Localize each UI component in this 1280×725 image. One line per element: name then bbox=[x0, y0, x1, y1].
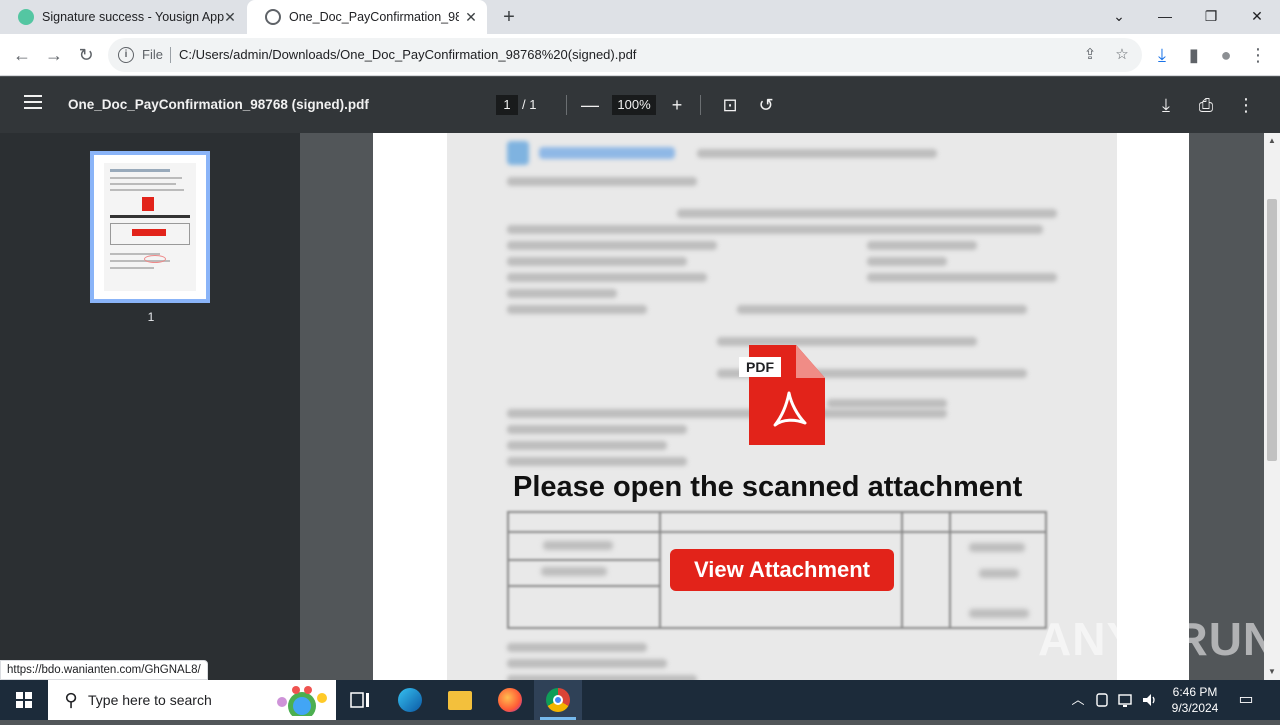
windows-logo-icon bbox=[16, 692, 32, 708]
scroll-up-arrow-icon[interactable]: ▲ bbox=[1264, 133, 1280, 149]
pdf-title: One_Doc_PayConfirmation_98768 (signed).p… bbox=[68, 97, 369, 112]
thumbnail-page-number: 1 bbox=[147, 310, 155, 324]
yousign-favicon-icon bbox=[18, 9, 34, 25]
url-text[interactable]: C:/Users/admin/Downloads/One_Doc_PayConf… bbox=[179, 47, 636, 62]
downloads-icon[interactable]: ⤓ bbox=[1150, 43, 1174, 67]
forward-button[interactable]: → bbox=[42, 43, 66, 67]
tab-close-icon[interactable]: ✕ bbox=[463, 9, 479, 25]
window-close-button[interactable]: ✕ bbox=[1242, 4, 1272, 28]
reload-button[interactable]: ↻ bbox=[74, 43, 98, 67]
pdf-page: PDF Please open the scanned attachment V… bbox=[373, 133, 1189, 680]
firefox-icon bbox=[498, 688, 522, 712]
tab-pdf-active[interactable]: One_Doc_PayConfirmation_98768 ✕ bbox=[247, 0, 487, 34]
taskbar-edge[interactable] bbox=[386, 680, 434, 720]
tab-title: Signature success - Yousign App bbox=[42, 10, 225, 24]
pdf-badge-label: PDF bbox=[739, 357, 781, 377]
system-clock[interactable]: 6:46 PM 9/3/2024 bbox=[1166, 684, 1224, 716]
bookmark-star-icon[interactable]: ☆ bbox=[1112, 45, 1132, 65]
anyrun-watermark: ANY▷RUN bbox=[1038, 613, 1278, 665]
tab-search-chevron-icon[interactable]: ⌄ bbox=[1104, 4, 1134, 28]
zoom-out-icon[interactable]: — bbox=[578, 93, 602, 117]
scroll-down-arrow-icon[interactable]: ▼ bbox=[1264, 664, 1280, 680]
notifications-icon[interactable]: ▭ bbox=[1234, 688, 1258, 712]
scrollbar-thumb[interactable] bbox=[1267, 199, 1277, 461]
page-total: / 1 bbox=[522, 97, 537, 112]
site-info-icon[interactable]: i bbox=[118, 47, 134, 63]
browser-toolbar: ← → ↻ i File C:/Users/admin/Downloads/On… bbox=[0, 34, 1280, 76]
pdf-download-icon[interactable]: ⤓ bbox=[1154, 93, 1178, 117]
task-view-icon bbox=[350, 692, 369, 708]
tab-close-icon[interactable]: ✕ bbox=[222, 9, 238, 25]
taskbar-file-explorer[interactable] bbox=[436, 680, 484, 720]
pdf-more-icon[interactable]: ⋮ bbox=[1234, 93, 1258, 117]
view-attachment-button[interactable]: View Attachment bbox=[670, 549, 894, 591]
toolbar-divider bbox=[566, 95, 567, 115]
clock-date: 9/3/2024 bbox=[1171, 701, 1219, 715]
sidebar-menu-icon[interactable] bbox=[24, 95, 42, 109]
globe-favicon-icon bbox=[265, 9, 281, 25]
fit-page-icon[interactable]: ⊡ bbox=[718, 93, 742, 117]
search-highlight-art-icon bbox=[277, 686, 327, 716]
document-headline: Please open the scanned attachment bbox=[513, 471, 1023, 503]
vertical-scrollbar[interactable]: ▲ ▼ bbox=[1264, 133, 1280, 680]
folder-icon bbox=[448, 691, 472, 710]
pdf-file-icon: PDF bbox=[739, 345, 825, 445]
thumbnail-sidebar: 1 bbox=[0, 133, 300, 680]
tray-device-icon[interactable] bbox=[1092, 690, 1112, 710]
search-icon: ⚲ bbox=[64, 690, 78, 710]
taskbar-search-box[interactable]: ⚲ Type here to search bbox=[48, 680, 336, 720]
task-view-button[interactable] bbox=[336, 680, 384, 720]
address-bar[interactable]: i File C:/Users/admin/Downloads/One_Doc_… bbox=[108, 38, 1142, 72]
windows-taskbar: ⚲ Type here to search ︿ 6:46 PM 9/3/2024… bbox=[0, 680, 1280, 720]
clock-time: 6:46 PM bbox=[1172, 685, 1218, 699]
toolbar-divider bbox=[700, 95, 701, 115]
link-status-url: https://bdo.wanianten.com/GhGNAL8/ bbox=[0, 660, 208, 680]
start-button[interactable] bbox=[0, 680, 48, 720]
pdf-viewer-toolbar: One_Doc_PayConfirmation_98768 (signed).p… bbox=[0, 77, 1280, 133]
side-panel-icon[interactable]: ▮ bbox=[1182, 43, 1206, 67]
acrobat-swirl-icon bbox=[773, 391, 807, 427]
profile-avatar-icon[interactable]: ● bbox=[1214, 43, 1238, 67]
chrome-menu-icon[interactable]: ⋮ bbox=[1246, 43, 1270, 67]
minimize-button[interactable]: — bbox=[1150, 4, 1180, 28]
edge-icon bbox=[398, 688, 422, 712]
taskbar-chrome[interactable] bbox=[534, 680, 582, 720]
tab-title: One_Doc_PayConfirmation_98768 bbox=[289, 10, 459, 24]
taskbar-firefox[interactable] bbox=[486, 680, 534, 720]
page-thumbnail[interactable] bbox=[90, 151, 210, 303]
new-tab-button[interactable]: + bbox=[498, 6, 520, 28]
zoom-in-icon[interactable]: + bbox=[665, 93, 689, 117]
tab-strip: Signature success - Yousign App ✕ One_Do… bbox=[0, 0, 1280, 34]
zoom-level-input[interactable]: 100% bbox=[612, 95, 656, 115]
restore-button[interactable]: ❐ bbox=[1196, 4, 1226, 28]
rotate-icon[interactable]: ↺ bbox=[754, 93, 778, 117]
scheme-label: File bbox=[142, 47, 163, 62]
omnibox-divider bbox=[170, 47, 171, 63]
search-placeholder: Type here to search bbox=[88, 692, 212, 708]
thumbnail-preview bbox=[104, 163, 196, 291]
pdf-document-area[interactable]: PDF Please open the scanned attachment V… bbox=[300, 133, 1264, 680]
tab-yousign[interactable]: Signature success - Yousign App ✕ bbox=[0, 0, 246, 34]
share-icon[interactable]: ⇪ bbox=[1080, 45, 1100, 65]
back-button[interactable]: ← bbox=[10, 43, 34, 67]
network-icon[interactable] bbox=[1116, 690, 1136, 710]
page-number-input[interactable]: 1 bbox=[496, 95, 518, 115]
tray-overflow-chevron-icon[interactable]: ︿ bbox=[1068, 690, 1088, 710]
volume-icon[interactable] bbox=[1140, 690, 1160, 710]
print-icon[interactable]: ⎙ bbox=[1194, 93, 1218, 117]
